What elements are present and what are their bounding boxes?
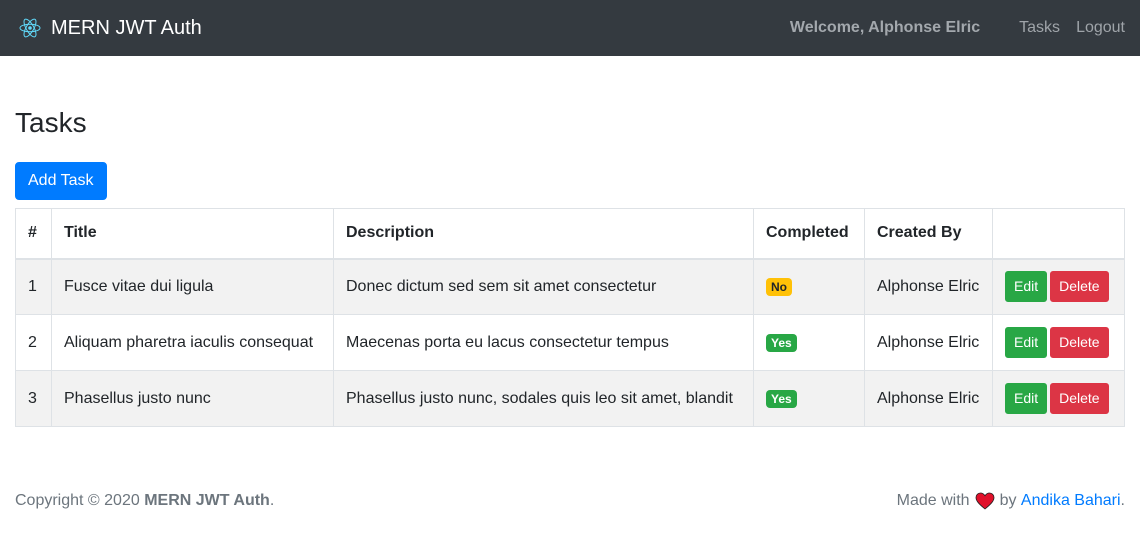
delete-button[interactable]: Delete xyxy=(1050,383,1109,414)
column-header-title: Title xyxy=(51,208,334,260)
cell-title: Phasellus justo nunc xyxy=(51,370,334,427)
cell-title: Fusce vitae dui ligula xyxy=(51,258,334,315)
cell-actions: Edit Delete xyxy=(992,314,1125,371)
table-body: 1 Fusce vitae dui ligula Donec dictum se… xyxy=(15,258,1125,427)
heart-icon xyxy=(975,492,995,510)
status-badge: Yes xyxy=(766,389,797,408)
react-icon xyxy=(19,17,41,39)
tasks-table: # Title Description Completed Created By… xyxy=(15,208,1125,427)
author-suffix: . xyxy=(1120,492,1125,509)
navbar: MERN JWT Auth Welcome, Alphonse Elric Ta… xyxy=(0,0,1140,56)
cell-completed: Yes xyxy=(753,314,865,371)
table-row: 3 Phasellus justo nunc Phasellus justo n… xyxy=(15,370,1125,427)
edit-button[interactable]: Edit xyxy=(1005,383,1048,414)
made-with: Made with by Andika Bahari. xyxy=(897,492,1125,510)
table-header-row: # Title Description Completed Created By xyxy=(15,208,1125,260)
copyright-prefix: Copyright © 2020 xyxy=(15,492,140,509)
cell-completed: Yes xyxy=(753,370,865,427)
status-badge: Yes xyxy=(766,333,797,352)
nav-link-logout[interactable]: Logout xyxy=(1076,19,1125,37)
cell-description: Maecenas porta eu lacus consectetur temp… xyxy=(333,314,754,371)
copyright: Copyright © 2020 MERN JWT Auth. xyxy=(15,492,274,510)
copyright-brand: MERN JWT Auth xyxy=(144,492,270,509)
table-header: # Title Description Completed Created By xyxy=(15,208,1125,260)
cell-number: 2 xyxy=(15,314,52,371)
brand-title: MERN JWT Auth xyxy=(51,16,202,39)
cell-completed: No xyxy=(753,258,865,315)
copyright-suffix: . xyxy=(269,492,275,509)
welcome-text: Welcome, Alphonse Elric xyxy=(789,19,981,36)
page-title: Tasks xyxy=(15,107,87,138)
cell-description: Donec dictum sed sem sit amet consectetu… xyxy=(333,258,754,315)
delete-button[interactable]: Delete xyxy=(1050,327,1109,358)
cell-title: Aliquam pharetra iaculis consequat xyxy=(51,314,334,371)
by-text: by xyxy=(999,492,1017,509)
cell-actions: Edit Delete xyxy=(992,258,1125,315)
delete-button[interactable]: Delete xyxy=(1050,271,1109,303)
add-task-button[interactable]: Add Task xyxy=(15,162,107,200)
column-header-number: # xyxy=(15,208,52,260)
brand-link[interactable]: MERN JWT Auth xyxy=(19,17,202,40)
edit-button[interactable]: Edit xyxy=(1005,327,1048,358)
status-badge: No xyxy=(766,277,792,296)
cell-created-by: Alphonse Elric xyxy=(864,314,993,371)
author-link[interactable]: Andika Bahari xyxy=(1021,492,1121,510)
column-header-created-by: Created By xyxy=(864,208,993,260)
cell-number: 1 xyxy=(15,258,52,315)
nav-link-tasks[interactable]: Tasks xyxy=(1019,19,1060,37)
column-header-completed: Completed xyxy=(753,208,865,260)
cell-description: Phasellus justo nunc, sodales quis leo s… xyxy=(333,370,754,427)
footer: Copyright © 2020 MERN JWT Auth. Made wit… xyxy=(15,492,1125,510)
table-row: 1 Fusce vitae dui ligula Donec dictum se… xyxy=(15,258,1125,315)
column-header-actions xyxy=(992,208,1125,260)
table-row: 2 Aliquam pharetra iaculis consequat Mae… xyxy=(15,314,1125,371)
column-header-description: Description xyxy=(333,208,754,260)
edit-button[interactable]: Edit xyxy=(1005,271,1048,303)
cell-created-by: Alphonse Elric xyxy=(864,370,993,427)
made-with-text: Made with xyxy=(896,492,970,509)
cell-number: 3 xyxy=(15,370,52,427)
cell-created-by: Alphonse Elric xyxy=(864,258,993,315)
cell-actions: Edit Delete xyxy=(992,370,1125,427)
main-content: Tasks Add Task # Title Description Compl… xyxy=(0,106,1140,427)
nav-right: Welcome, Alphonse Elric Tasks Logout xyxy=(790,19,1125,37)
